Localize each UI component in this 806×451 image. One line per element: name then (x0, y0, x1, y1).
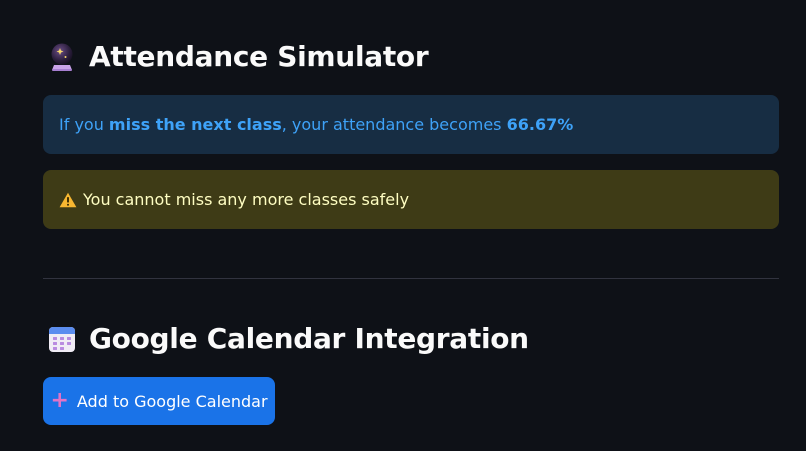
info-middle: , your attendance becomes (281, 115, 507, 134)
attendance-info-alert: If you miss the next class, your attenda… (43, 95, 779, 154)
add-to-google-calendar-label: Add to Google Calendar (76, 391, 268, 411)
page: Attendance Simulator If you miss the nex… (0, 0, 806, 451)
attendance-simulator-heading: Attendance Simulator (47, 40, 429, 73)
info-prefix: If you (59, 115, 109, 134)
warning-message: You cannot miss any more classes safely (83, 190, 410, 209)
info-bold-action: miss the next class (108, 115, 282, 134)
warning-icon (59, 192, 77, 208)
attendance-warning-alert: You cannot miss any more classes safely (43, 170, 779, 229)
attendance-percentage: 66.67% (506, 115, 574, 134)
calendar-icon (47, 324, 77, 354)
add-to-google-calendar-button[interactable]: + Add to Google Calendar (43, 377, 275, 425)
google-calendar-heading: Google Calendar Integration (47, 322, 529, 355)
section-divider (43, 278, 779, 279)
info-message: If you miss the next class, your attenda… (59, 115, 573, 134)
attendance-simulator-title: Attendance Simulator (89, 40, 429, 73)
google-calendar-title: Google Calendar Integration (89, 322, 529, 355)
crystal-ball-icon (47, 42, 77, 72)
plus-icon: + (50, 388, 69, 413)
